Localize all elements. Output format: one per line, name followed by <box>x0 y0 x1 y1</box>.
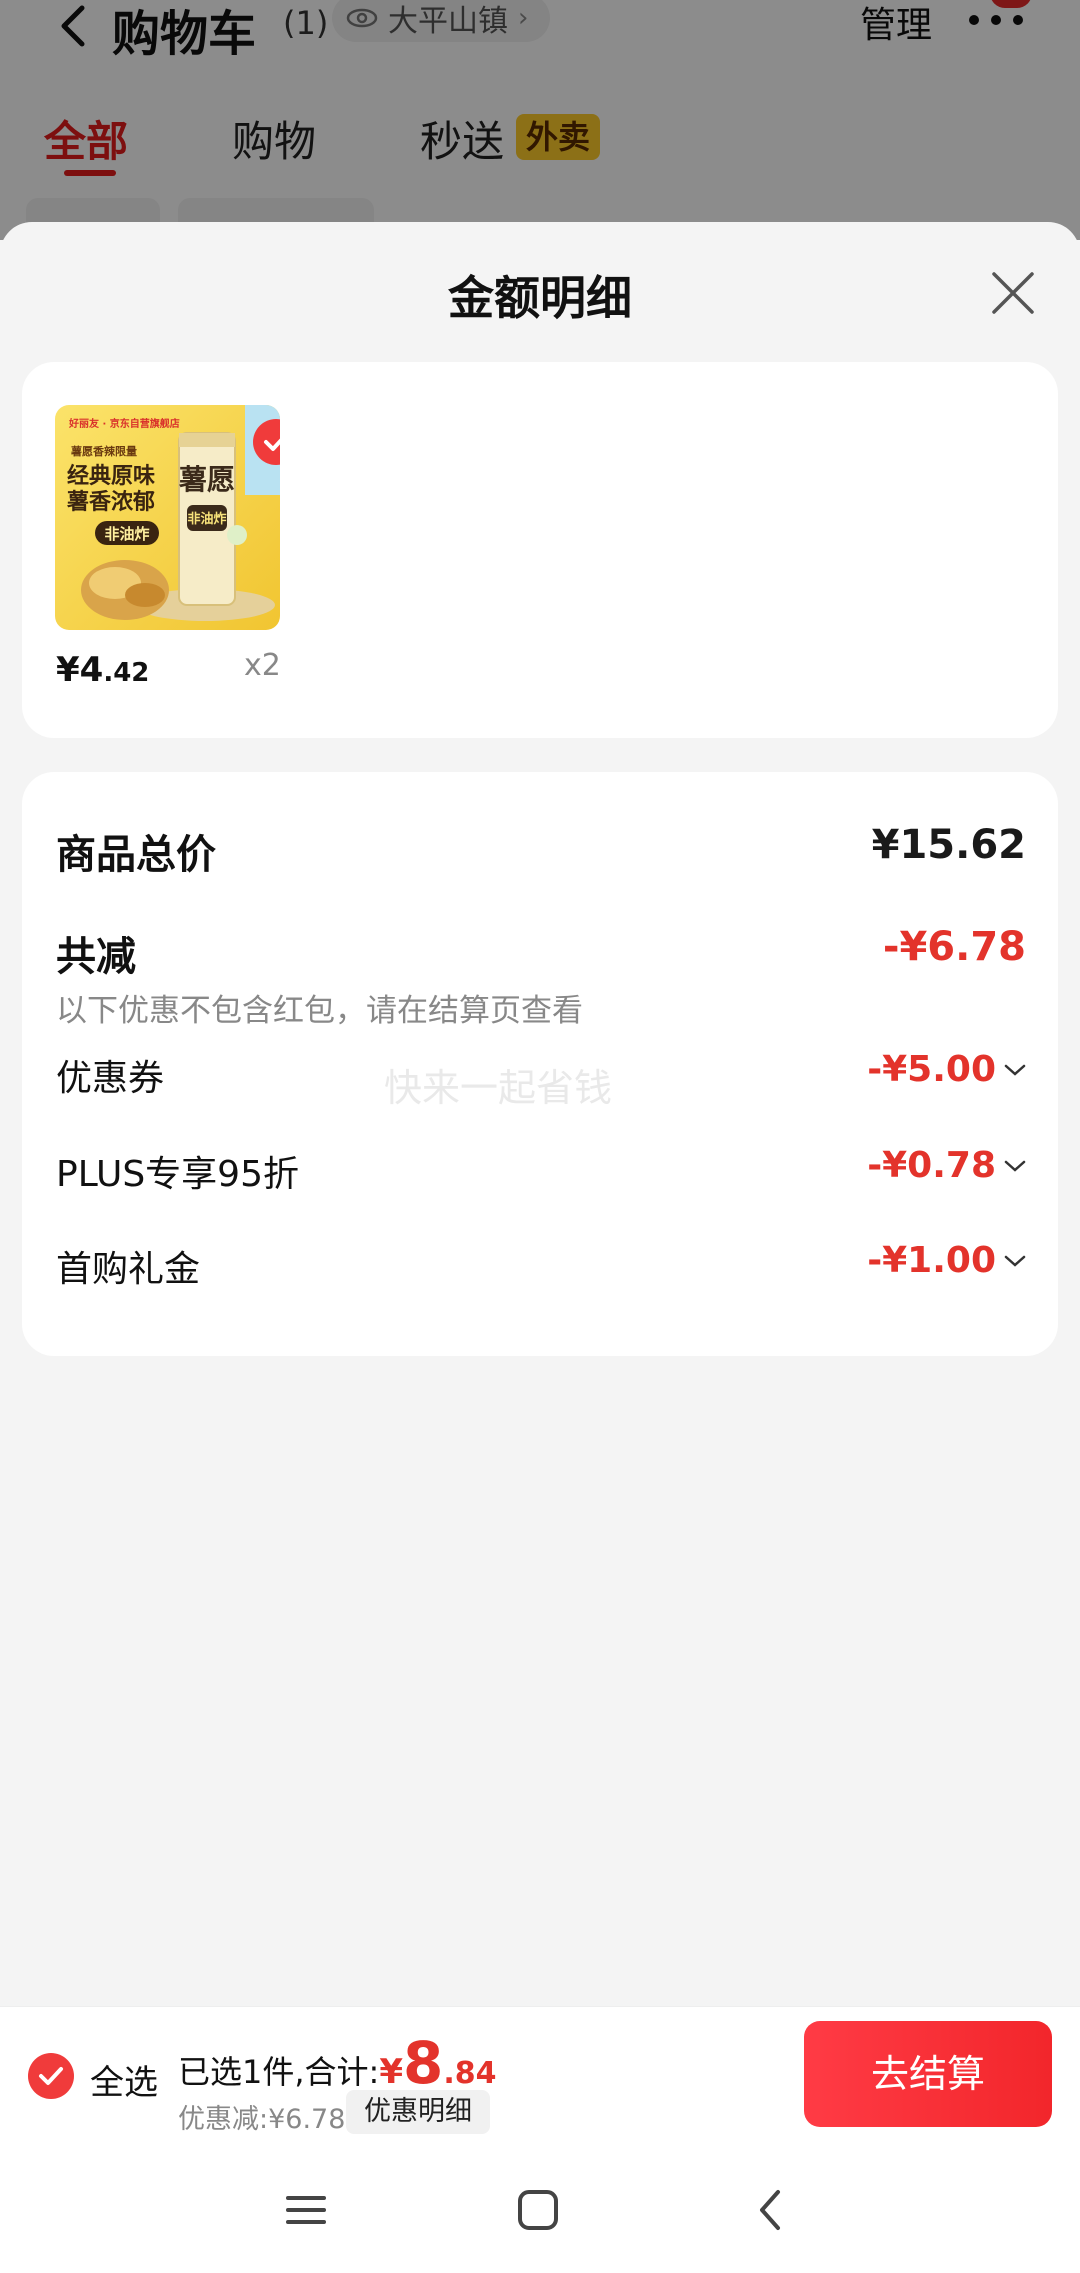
sheet-title: 金额明细 <box>448 271 632 325</box>
watermark-text: 快来一起省钱 <box>384 1066 613 1110</box>
back-icon[interactable] <box>746 2184 798 2236</box>
discount-note: 以下优惠不包含红包，请在结算页查看 <box>56 993 583 1029</box>
tag-text: 薯愿香辣限量 <box>70 444 137 458</box>
close-icon[interactable] <box>990 270 1036 316</box>
chevron-down-icon <box>1004 1160 1026 1172</box>
plus-discount-label: PLUS专享95折 <box>56 1154 299 1195</box>
price-summary-card: 商品总价 ¥15.62 共减 -¥6.78 以下优惠不包含红包，请在结算页查看 … <box>22 772 1058 1356</box>
home-square-icon[interactable] <box>512 2184 564 2236</box>
brand-text: 好丽友 · 京东自营旗舰店 <box>68 417 180 430</box>
selected-total: 已选1件,合计:¥8.84 <box>178 2029 497 2097</box>
system-nav-bar <box>0 2146 1080 2273</box>
coupon-label: 优惠券 <box>56 1058 165 1099</box>
chevron-down-icon <box>1004 1255 1026 1267</box>
total-price-value: ¥15.62 <box>871 822 1026 868</box>
coupon-value[interactable]: -¥5.00 <box>867 1049 1026 1090</box>
product-image: 薯愿 非油炸 好丽友 · 京东自营旗舰店 薯愿香辣限量 经典原味 薯香浓郁 非油… <box>55 405 280 630</box>
amount-detail-sheet: 金额明细 薯愿 非油炸 好丽友 · 京东自营旗舰店 薯愿香辣限量 经典原味 薯香… <box>0 222 1080 2144</box>
total-price-label: 商品总价 <box>56 832 216 878</box>
select-all-label[interactable]: 全选 <box>90 2055 158 2104</box>
product-quantity: x2 <box>244 648 281 683</box>
first-purchase-gift-value[interactable]: -¥1.00 <box>867 1240 1026 1281</box>
total-reduction-label: 共减 <box>56 934 136 980</box>
discount-summary: 优惠减:¥6.78 <box>178 2104 346 2135</box>
checkout-button[interactable]: 去结算 <box>804 2021 1052 2127</box>
select-all-checkbox[interactable] <box>28 2053 74 2099</box>
menu-icon[interactable] <box>280 2184 332 2236</box>
checkout-bar: 全选 已选1件,合计:¥8.84 优惠减:¥6.78 优惠明细 去结算 <box>0 2006 1080 2146</box>
chevron-down-icon <box>1004 1064 1026 1076</box>
discount-detail-button[interactable]: 优惠明细 <box>346 2090 490 2134</box>
can-title: 薯愿 <box>178 463 235 496</box>
total-reduction-value: -¥6.78 <box>882 924 1026 970</box>
non-fried-badge: 非油炸 <box>104 525 149 543</box>
product-thumbnail[interactable]: 薯愿 非油炸 好丽友 · 京东自营旗舰店 薯愿香辣限量 经典原味 薯香浓郁 非油… <box>55 405 280 630</box>
modal-overlay[interactable] <box>0 0 1080 240</box>
can-badge: 非油炸 <box>187 511 226 527</box>
product-price: ¥4.42 <box>56 650 150 690</box>
headline-1: 经典原味 <box>67 463 155 489</box>
product-card: 薯愿 非油炸 好丽友 · 京东自营旗舰店 薯愿香辣限量 经典原味 薯香浓郁 非油… <box>22 362 1058 738</box>
first-purchase-gift-label: 首购礼金 <box>56 1249 201 1290</box>
headline-2: 薯香浓郁 <box>66 489 155 515</box>
plus-discount-value[interactable]: -¥0.78 <box>867 1145 1026 1186</box>
